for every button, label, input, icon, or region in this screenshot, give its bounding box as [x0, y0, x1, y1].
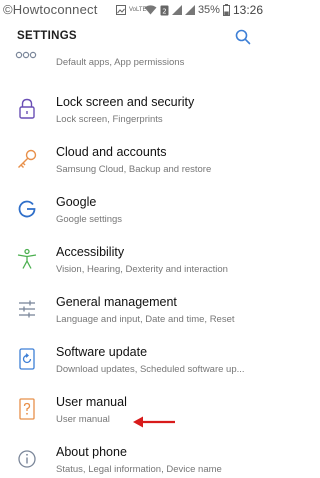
list-item-partial[interactable]: Default apps, App permissions	[0, 51, 267, 74]
settings-item-software-update[interactable]: Software update Download updates, Schedu…	[0, 336, 267, 386]
sliders-icon	[14, 296, 40, 322]
settings-item-title: Google	[56, 195, 97, 209]
search-icon	[235, 29, 251, 45]
annotation-arrow-icon	[133, 416, 175, 428]
search-button[interactable]	[232, 26, 254, 48]
google-icon	[14, 196, 40, 222]
settings-item-subtitle: Download updates, Scheduled software up.…	[56, 364, 245, 375]
signal-icon	[171, 5, 182, 15]
settings-item-lock-screen[interactable]: Lock screen and security Lock screen, Fi…	[0, 86, 267, 136]
battery-percent: 35%	[197, 4, 220, 16]
settings-item-google[interactable]: Google Google settings	[0, 186, 267, 236]
lock-icon	[14, 96, 40, 122]
app-header: SETTINGS	[0, 22, 267, 52]
settings-item-title: Software update	[56, 345, 148, 359]
accessibility-icon	[14, 246, 40, 272]
status-bar: ©Howtoconnect VoLTE 2 35% 13:26	[0, 0, 267, 20]
volte-icon: VoLTE	[128, 7, 147, 13]
settings-item-title: User manual	[56, 395, 127, 409]
battery-icon	[222, 4, 230, 16]
sim-badge-icon: 2	[160, 5, 169, 16]
signal-icon	[184, 5, 195, 15]
settings-item-subtitle: Vision, Hearing, Dexterity and interacti…	[56, 264, 228, 275]
settings-item-subtitle: Samsung Cloud, Backup and restore	[56, 164, 212, 175]
svg-text:2: 2	[162, 7, 166, 15]
settings-item-subtitle: Lock screen, Fingerprints	[56, 114, 163, 125]
watermark: ©Howtoconnect	[3, 2, 98, 17]
status-icons: VoLTE 2 35% 13:26	[115, 3, 263, 17]
settings-item-title: General management	[56, 295, 177, 309]
wifi-icon	[144, 5, 157, 15]
settings-item-subtitle: Status, Legal information, Device name	[56, 464, 222, 475]
software-update-icon	[14, 346, 40, 372]
user-manual-icon	[14, 396, 40, 422]
settings-screen: ©Howtoconnect VoLTE 2 35% 13:26 SETTINGS…	[0, 0, 267, 478]
clock: 13:26	[232, 3, 263, 17]
image-notification-icon	[115, 5, 126, 15]
settings-item-subtitle: Google settings	[56, 214, 123, 225]
page-title: SETTINGS	[17, 30, 77, 42]
settings-item-title: Accessibility	[56, 245, 125, 259]
settings-item-about-phone[interactable]: About phone Status, Legal information, D…	[0, 436, 267, 478]
info-icon	[14, 446, 40, 472]
settings-item-cloud-accounts[interactable]: Cloud and accounts Samsung Cloud, Backup…	[0, 136, 267, 186]
settings-item-subtitle: Language and input, Date and time, Reset	[56, 314, 235, 325]
settings-item-title: About phone	[56, 445, 127, 459]
settings-item-general-management[interactable]: General management Language and input, D…	[0, 286, 267, 336]
settings-item-accessibility[interactable]: Accessibility Vision, Hearing, Dexterity…	[0, 236, 267, 286]
settings-item-title: Cloud and accounts	[56, 145, 167, 159]
list-item-subtitle: Default apps, App permissions	[56, 57, 185, 68]
apps-icon	[14, 46, 38, 60]
settings-item-title: Lock screen and security	[56, 95, 195, 109]
key-icon	[14, 146, 40, 172]
